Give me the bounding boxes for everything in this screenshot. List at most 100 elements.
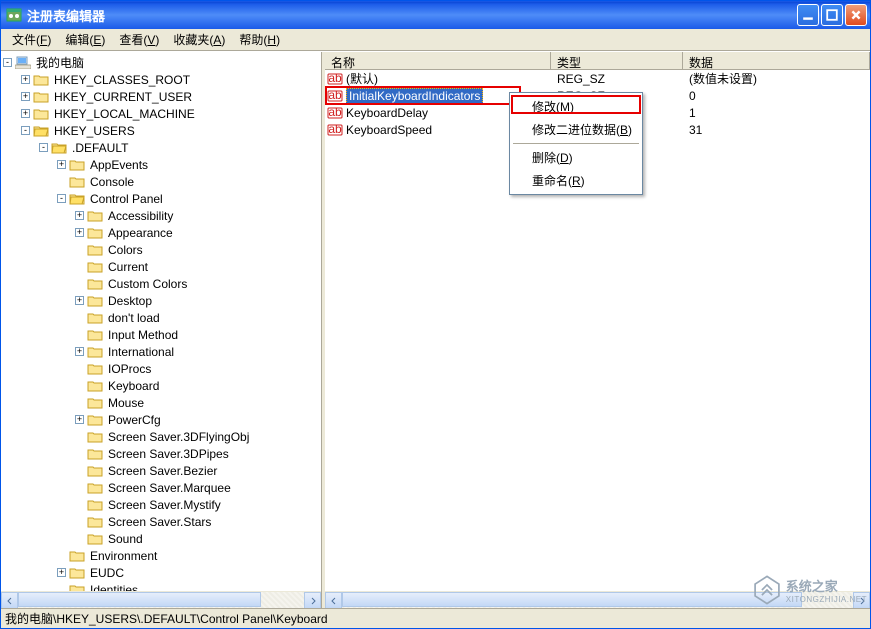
menu-e[interactable]: 编辑(E) bbox=[58, 29, 112, 50]
tree-node[interactable]: don't load bbox=[3, 309, 319, 326]
tree-node[interactable]: + EUDC bbox=[3, 564, 319, 581]
expand-icon[interactable]: + bbox=[75, 415, 84, 424]
tree-node[interactable]: Keyboard bbox=[3, 377, 319, 394]
tree-label: Screen Saver.Stars bbox=[106, 514, 213, 530]
col-name[interactable]: 名称 bbox=[325, 52, 551, 69]
expand-icon[interactable]: + bbox=[75, 347, 84, 356]
tree-node[interactable]: + Appearance bbox=[3, 224, 319, 241]
tree-label: Console bbox=[88, 174, 136, 190]
tree-label: Screen Saver.3DFlyingObj bbox=[106, 429, 251, 445]
collapse-icon[interactable]: - bbox=[57, 194, 66, 203]
col-type[interactable]: 类型 bbox=[551, 52, 683, 69]
tree-node[interactable]: Sound bbox=[3, 530, 319, 547]
expand-icon[interactable]: + bbox=[75, 211, 84, 220]
tree-label: Colors bbox=[106, 242, 145, 258]
scroll-left-button[interactable] bbox=[1, 592, 18, 608]
watermark-line2: XITONGZHIJIA.NET bbox=[786, 595, 867, 604]
scroll-track[interactable] bbox=[18, 592, 304, 608]
values-list[interactable]: ab(默认)REG_SZ(数值未设置)abInitialKeyboardIndi… bbox=[325, 70, 870, 591]
tree-pane: - 我的电脑 + HKEY_CLASSES_ROOT+HKEY_CURRENT_USE… bbox=[1, 52, 322, 608]
expand-icon[interactable]: + bbox=[57, 568, 66, 577]
tree-node[interactable]: + HKEY_LOCAL_MACHINE bbox=[3, 105, 319, 122]
tree-label: Screen Saver.Bezier bbox=[106, 463, 219, 479]
scroll-left-button[interactable] bbox=[325, 592, 342, 608]
menu-a[interactable]: 收藏夹(A) bbox=[166, 29, 232, 50]
watermark: 系统之家 XITONGZHIJIA.NET bbox=[750, 573, 867, 607]
scroll-right-button[interactable] bbox=[304, 592, 321, 608]
tree-node[interactable]: +AppEvents bbox=[3, 156, 319, 173]
menu-h[interactable]: 帮助(H) bbox=[232, 29, 287, 50]
tree-label: 我的电脑 bbox=[34, 53, 86, 72]
tree-node[interactable]: IOProcs bbox=[3, 360, 319, 377]
watermark-line1: 系统之家 bbox=[786, 576, 867, 595]
expand-icon[interactable]: + bbox=[75, 296, 84, 305]
expand-icon[interactable]: + bbox=[21, 92, 30, 101]
tree-node[interactable]: Screen Saver.3DPipes bbox=[3, 445, 319, 462]
tree-node[interactable]: Screen Saver.Bezier bbox=[3, 462, 319, 479]
tree-scrollbar-horizontal[interactable] bbox=[1, 591, 321, 608]
titlebar[interactable]: 注册表编辑器 bbox=[1, 1, 870, 29]
tree-node[interactable]: Colors bbox=[3, 241, 319, 258]
tree-node[interactable]: +HKEY_CURRENT_USER bbox=[3, 88, 319, 105]
expand-icon[interactable]: + bbox=[57, 160, 66, 169]
tree-node[interactable]: +International bbox=[3, 343, 319, 360]
tree-node[interactable]: -HKEY_USERS bbox=[3, 122, 319, 139]
tree-node[interactable]: + PowerCfg bbox=[3, 411, 319, 428]
scroll-thumb[interactable] bbox=[18, 592, 261, 607]
tree-node[interactable]: Screen Saver.Marquee bbox=[3, 479, 319, 496]
tree-node[interactable]: Environment bbox=[3, 547, 319, 564]
registry-tree[interactable]: - 我的电脑 + HKEY_CLASSES_ROOT+HKEY_CURRENT_USE… bbox=[1, 52, 321, 591]
context-menu: 修改(M)修改二进位数据(B) 删除(D)重命名(R) bbox=[509, 92, 643, 195]
tree-node[interactable]: +Desktop bbox=[3, 292, 319, 309]
tree-label: Screen Saver.Marquee bbox=[106, 480, 233, 496]
tree-node[interactable]: - 我的电脑 bbox=[3, 54, 319, 71]
tree-label: Appearance bbox=[106, 225, 175, 241]
tree-label: EUDC bbox=[88, 565, 126, 581]
cell-data: 31 bbox=[683, 123, 870, 137]
menu-v[interactable]: 查看(V) bbox=[112, 29, 166, 50]
tree-label: HKEY_LOCAL_MACHINE bbox=[52, 106, 197, 122]
menu-f[interactable]: 文件(F) bbox=[5, 29, 58, 50]
collapse-icon[interactable]: - bbox=[21, 126, 30, 135]
scroll-thumb[interactable] bbox=[342, 592, 802, 607]
tree-node[interactable]: Custom Colors bbox=[3, 275, 319, 292]
tree-node[interactable]: Screen Saver.Stars bbox=[3, 513, 319, 530]
tree-label: Accessibility bbox=[106, 208, 175, 224]
status-path: 我的电脑\HKEY_USERS\.DEFAULT\Control Panel\K… bbox=[5, 610, 328, 627]
tree-node[interactable]: Screen Saver.3DFlyingObj bbox=[3, 428, 319, 445]
tree-node[interactable]: + HKEY_CLASSES_ROOT bbox=[3, 71, 319, 88]
context-menu-item[interactable]: 修改(M) bbox=[512, 95, 640, 118]
tree-node[interactable]: Current bbox=[3, 258, 319, 275]
expand-icon[interactable]: + bbox=[21, 109, 30, 118]
tree-node[interactable]: Console bbox=[3, 173, 319, 190]
tree-label: HKEY_CLASSES_ROOT bbox=[52, 72, 192, 88]
tree-node[interactable]: Mouse bbox=[3, 394, 319, 411]
expand-icon[interactable]: + bbox=[21, 75, 30, 84]
expand-icon[interactable]: + bbox=[75, 228, 84, 237]
tree-label: Keyboard bbox=[106, 378, 161, 394]
collapse-icon[interactable]: - bbox=[3, 58, 12, 67]
cell-data: 1 bbox=[683, 106, 870, 120]
tree-label: PowerCfg bbox=[106, 412, 163, 428]
tree-node[interactable]: -.DEFAULT bbox=[3, 139, 319, 156]
collapse-icon[interactable]: - bbox=[39, 143, 48, 152]
tree-node[interactable]: - Control Panel bbox=[3, 190, 319, 207]
tree-label: Control Panel bbox=[88, 191, 165, 207]
app-icon bbox=[6, 7, 22, 23]
context-menu-item[interactable]: 删除(D) bbox=[512, 146, 640, 169]
cell-data: (数值未设置) bbox=[683, 70, 870, 87]
value-row[interactable]: ab(默认)REG_SZ(数值未设置) bbox=[325, 70, 870, 87]
tree-node[interactable]: Screen Saver.Mystify bbox=[3, 496, 319, 513]
tree-label: Mouse bbox=[106, 395, 146, 411]
tree-node[interactable]: Identities bbox=[3, 581, 319, 591]
context-menu-item[interactable]: 修改二进位数据(B) bbox=[512, 118, 640, 141]
maximize-button[interactable] bbox=[821, 4, 843, 26]
minimize-button[interactable] bbox=[797, 4, 819, 26]
col-data[interactable]: 数据 bbox=[683, 52, 870, 69]
tree-label: Current bbox=[106, 259, 150, 275]
tree-node[interactable]: + Accessibility bbox=[3, 207, 319, 224]
context-menu-item[interactable]: 重命名(R) bbox=[512, 169, 640, 192]
tree-label: IOProcs bbox=[106, 361, 153, 377]
tree-node[interactable]: Input Method bbox=[3, 326, 319, 343]
close-button[interactable] bbox=[845, 4, 867, 26]
